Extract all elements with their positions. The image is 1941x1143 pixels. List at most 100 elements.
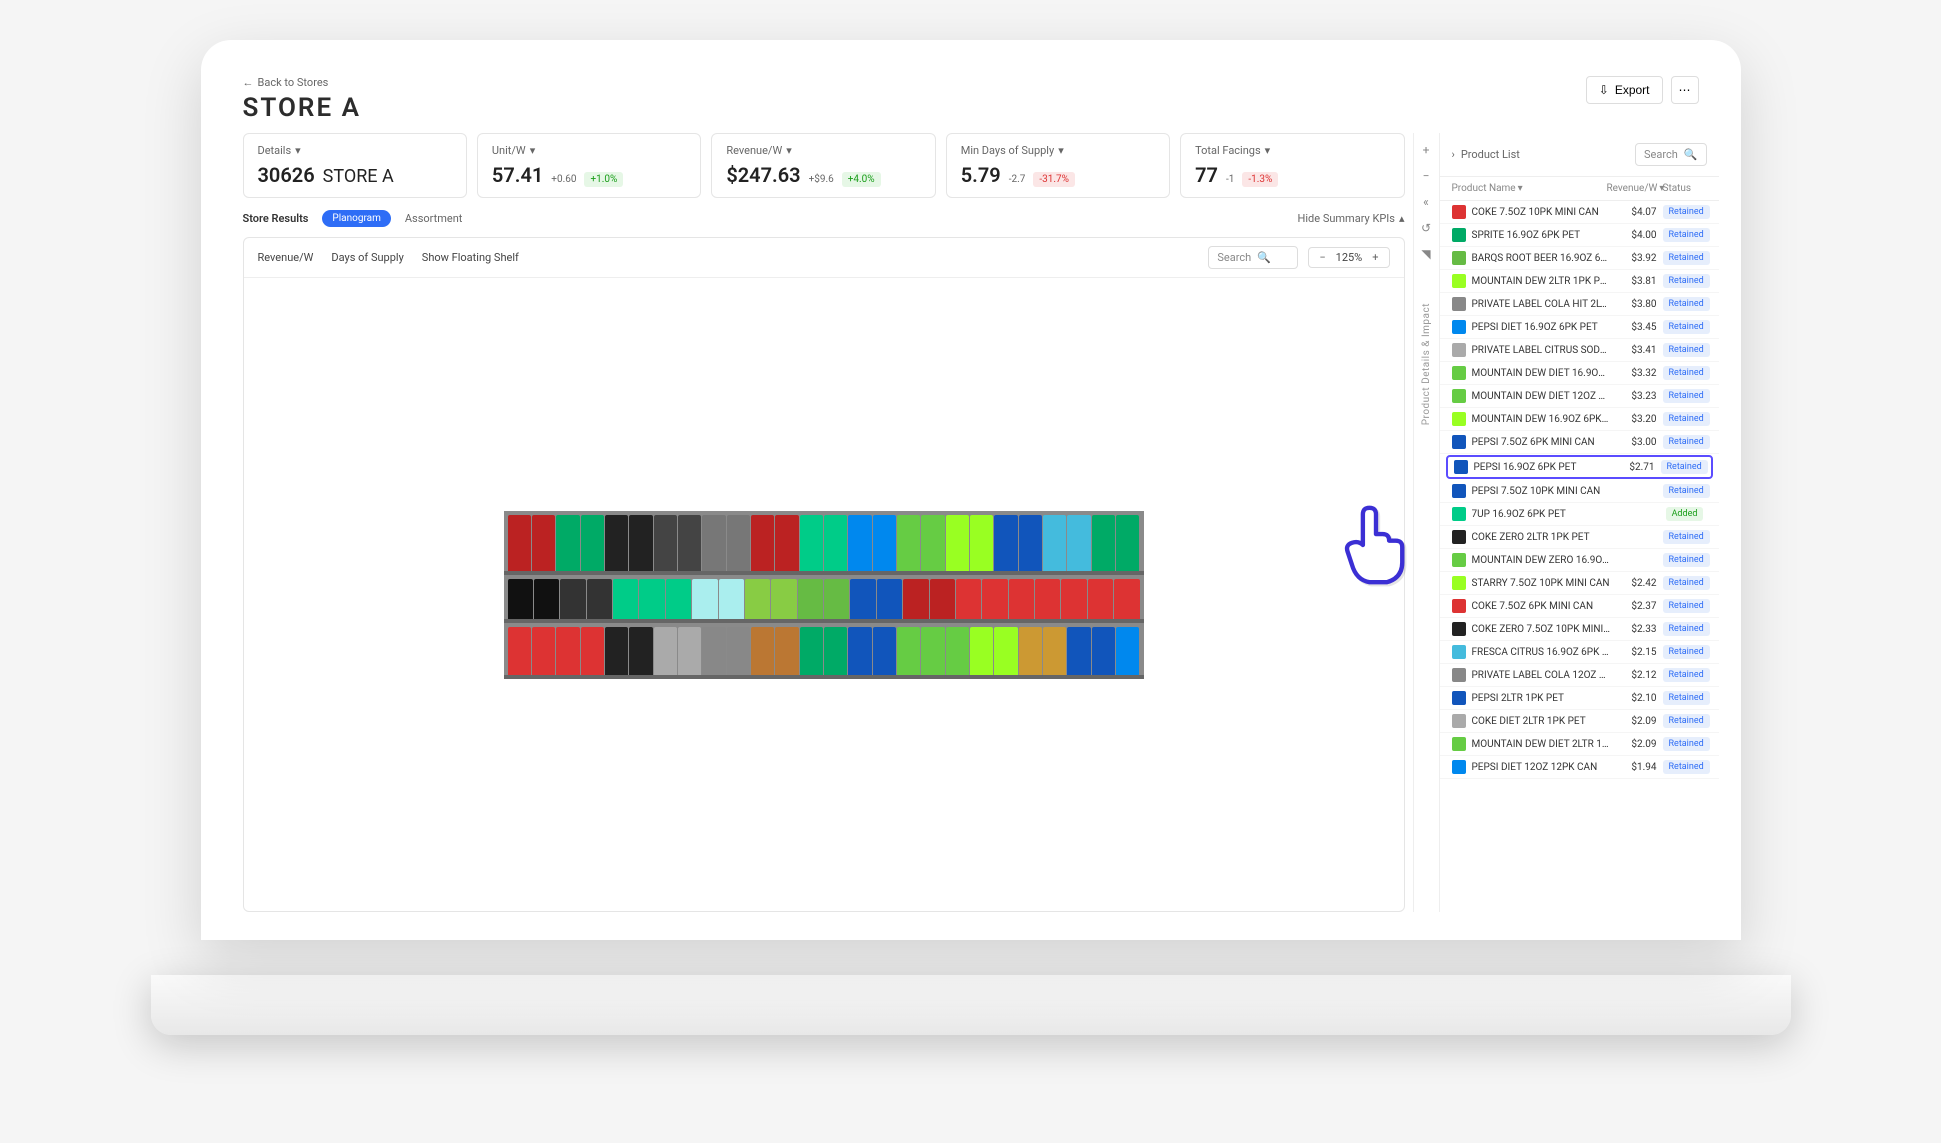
shelf-product[interactable]: [560, 579, 585, 619]
product-row[interactable]: PEPSI 7.5OZ 6PK MINI CAN$3.00Retained: [1440, 431, 1719, 454]
product-row[interactable]: BARQS ROOT BEER 16.9OZ 6P...$3.92Retaine…: [1440, 247, 1719, 270]
shelf-product[interactable]: [897, 627, 920, 675]
shelf-product[interactable]: [994, 515, 1017, 571]
product-row[interactable]: COKE 7.5OZ 6PK MINI CAN$2.37Retained: [1440, 595, 1719, 618]
shelf-product[interactable]: [897, 515, 920, 571]
product-row[interactable]: PRIVATE LABEL COLA HIT 2LTR 1P...$3.80Re…: [1440, 293, 1719, 316]
product-row[interactable]: PEPSI 16.9OZ 6PK PET$2.71Retained: [1446, 455, 1713, 479]
filter-icon[interactable]: ◥: [1421, 247, 1430, 261]
planogram-search-input[interactable]: Search 🔍: [1208, 246, 1298, 269]
shelf-product[interactable]: [824, 627, 847, 675]
shelf-product[interactable]: [654, 627, 677, 675]
tab-assortment[interactable]: Assortment: [405, 212, 463, 225]
shelf-product[interactable]: [1092, 627, 1115, 675]
shelf-product[interactable]: [678, 627, 701, 675]
shelf-product[interactable]: [1061, 579, 1086, 619]
product-row[interactable]: MOUNTAIN DEW DIET 16.9OZ 6...$3.32Retain…: [1440, 362, 1719, 385]
shelf-product[interactable]: [587, 579, 612, 619]
shelf-product[interactable]: [556, 627, 579, 675]
product-row[interactable]: PRIVATE LABEL COLA 12OZ 12P...$2.12Retai…: [1440, 664, 1719, 687]
shelf-product[interactable]: [532, 627, 555, 675]
shelf-product[interactable]: [956, 579, 981, 619]
export-button[interactable]: ⇩ Export: [1586, 76, 1663, 104]
shelf-product[interactable]: [982, 579, 1007, 619]
shelf-product[interactable]: [581, 627, 604, 675]
shelf-product[interactable]: [508, 579, 533, 619]
shelf-product[interactable]: [581, 515, 604, 571]
shelf-product[interactable]: [654, 515, 677, 571]
product-row[interactable]: COKE ZERO 2LTR 1PK PETRetained: [1440, 526, 1719, 549]
shelf-product[interactable]: [946, 515, 969, 571]
shelf-product[interactable]: [613, 579, 638, 619]
shelf-product[interactable]: [850, 579, 875, 619]
shelf-product[interactable]: [534, 579, 559, 619]
shelf-product[interactable]: [678, 515, 701, 571]
zoom-in-button[interactable]: +: [1368, 251, 1382, 264]
shelf-product[interactable]: [873, 515, 896, 571]
shelf-product[interactable]: [903, 579, 928, 619]
shelf-product[interactable]: [1114, 579, 1139, 619]
shelf-product[interactable]: [946, 627, 969, 675]
shelf-product[interactable]: [556, 515, 579, 571]
shelf-product[interactable]: [666, 579, 691, 619]
kpi-dos[interactable]: Min Days of Supply▾ 5.79 -2.7 -31.7%: [946, 133, 1170, 198]
shelf-product[interactable]: [745, 579, 770, 619]
shelf-product[interactable]: [1043, 627, 1066, 675]
product-row[interactable]: MOUNTAIN DEW DIET 12OZ 12...$3.23Retaine…: [1440, 385, 1719, 408]
product-row[interactable]: MOUNTAIN DEW 2LTR 1PK PET$3.81Retained: [1440, 270, 1719, 293]
kpi-revw[interactable]: Revenue/W▾ $247.63 +$9.6 +4.0%: [711, 133, 935, 198]
toolbar-days-supply[interactable]: Days of Supply: [331, 251, 403, 264]
shelf-product[interactable]: [824, 579, 849, 619]
kpi-facings[interactable]: Total Facings▾ 77 -1 -1.3%: [1180, 133, 1404, 198]
shelf-product[interactable]: [921, 515, 944, 571]
more-button[interactable]: ⋯: [1671, 76, 1699, 104]
toolbar-revenue-w[interactable]: Revenue/W: [258, 251, 314, 264]
shelf-product[interactable]: [798, 579, 823, 619]
shelf-product[interactable]: [877, 579, 902, 619]
shelf-product[interactable]: [930, 579, 955, 619]
tab-planogram[interactable]: Planogram: [322, 210, 390, 227]
product-row[interactable]: MOUNTAIN DEW ZERO 16.9OZ 6...Retained: [1440, 549, 1719, 572]
product-row[interactable]: MOUNTAIN DEW DIET 2LTR 1PK P...$2.09Reta…: [1440, 733, 1719, 756]
shelf-product[interactable]: [1019, 515, 1042, 571]
shelf-product[interactable]: [1019, 627, 1042, 675]
kpi-details[interactable]: Details▾ 30626 STORE A: [243, 133, 467, 198]
shelf-product[interactable]: [1088, 579, 1113, 619]
shelf-product[interactable]: [629, 515, 652, 571]
shelf-product[interactable]: [921, 627, 944, 675]
shelf-product[interactable]: [775, 515, 798, 571]
product-row[interactable]: SPRITE 16.9OZ 6PK PET$4.00Retained: [1440, 224, 1719, 247]
product-row[interactable]: STARRY 7.5OZ 10PK MINI CAN$2.42Retained: [1440, 572, 1719, 595]
product-row[interactable]: MOUNTAIN DEW 16.9OZ 6PK PET$3.20Retained: [1440, 408, 1719, 431]
shelf-product[interactable]: [800, 627, 823, 675]
shelf-product[interactable]: [848, 515, 871, 571]
product-rows[interactable]: COKE 7.5OZ 10PK MINI CAN$4.07RetainedSPR…: [1440, 201, 1719, 912]
shelf-product[interactable]: [1092, 515, 1115, 571]
shelf-product[interactable]: [824, 515, 847, 571]
shelf-product[interactable]: [702, 627, 725, 675]
shelf-product[interactable]: [800, 515, 823, 571]
shelf-product[interactable]: [775, 627, 798, 675]
product-row[interactable]: COKE 7.5OZ 10PK MINI CAN$4.07Retained: [1440, 201, 1719, 224]
product-search-input[interactable]: Search 🔍: [1635, 143, 1707, 166]
shelf-product[interactable]: [848, 627, 871, 675]
product-row[interactable]: PEPSI DIET 16.9OZ 6PK PET$3.45Retained: [1440, 316, 1719, 339]
shelf-product[interactable]: [1067, 627, 1090, 675]
shelf-product[interactable]: [1116, 627, 1139, 675]
shelf-product[interactable]: [1116, 515, 1139, 571]
shelf-product[interactable]: [1009, 579, 1034, 619]
shelf-product[interactable]: [751, 515, 774, 571]
collapse-left-icon[interactable]: «: [1423, 195, 1429, 209]
shelf-product[interactable]: [508, 515, 531, 571]
shelf-product[interactable]: [994, 627, 1017, 675]
product-row[interactable]: COKE ZERO 7.5OZ 10PK MINI C...$2.33Retai…: [1440, 618, 1719, 641]
product-row[interactable]: PEPSI 7.5OZ 10PK MINI CANRetained: [1440, 480, 1719, 503]
shelf-product[interactable]: [508, 627, 531, 675]
add-icon[interactable]: +: [1423, 143, 1430, 157]
shelf-product[interactable]: [1035, 579, 1060, 619]
shelf-product[interactable]: [751, 627, 774, 675]
toolbar-floating-shelf[interactable]: Show Floating Shelf: [422, 251, 519, 264]
hide-kpis-toggle[interactable]: Hide Summary KPIs ▴: [1298, 212, 1405, 225]
product-row[interactable]: PRIVATE LABEL CITRUS SODA DI...$3.41Reta…: [1440, 339, 1719, 362]
shelf-product[interactable]: [970, 515, 993, 571]
